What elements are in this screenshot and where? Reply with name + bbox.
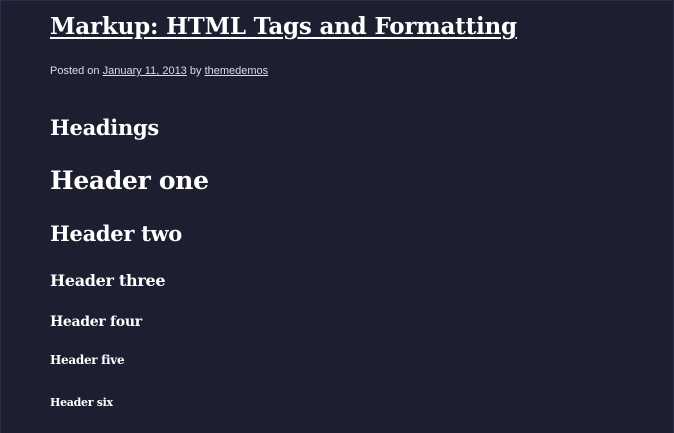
header-six: Header six xyxy=(50,396,113,409)
post-date-link[interactable]: January 11, 2013 xyxy=(103,65,187,77)
post-title: Markup: HTML Tags and Formatting xyxy=(50,11,517,43)
author-link[interactable]: themedemos xyxy=(205,65,269,77)
page: Markup: HTML Tags and Formatting Posted … xyxy=(0,0,674,433)
post-meta: Posted on January 11, 2013 by themedemos xyxy=(50,64,268,78)
by-label: by xyxy=(189,65,202,77)
header-five: Header five xyxy=(50,353,125,367)
section-heading-headings: Headings xyxy=(50,115,159,140)
post-title-link[interactable]: Markup: HTML Tags and Formatting xyxy=(50,13,517,40)
header-three: Header three xyxy=(50,271,166,290)
header-four: Header four xyxy=(50,314,142,330)
posted-on-label: Posted on xyxy=(50,65,100,77)
header-two: Header two xyxy=(50,221,183,246)
header-one: Header one xyxy=(50,166,209,195)
